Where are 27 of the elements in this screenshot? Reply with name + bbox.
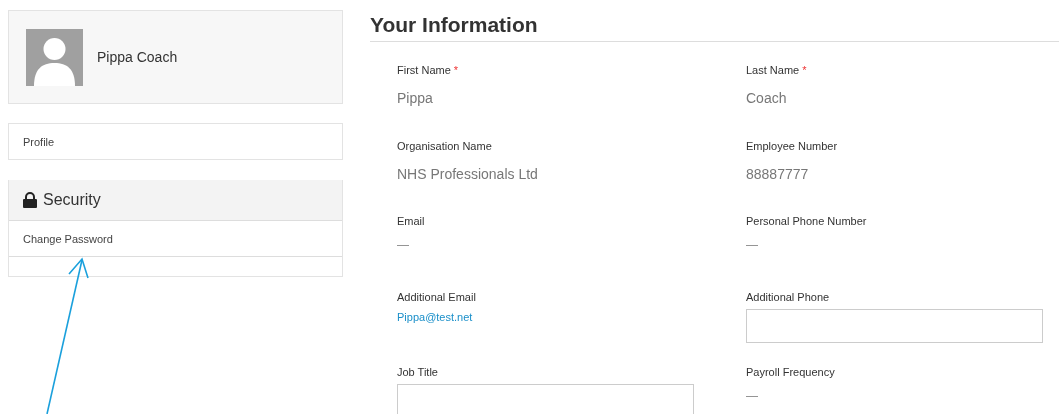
field-value: NHS Professionals Ltd bbox=[397, 165, 538, 182]
field-label: Personal Phone Number bbox=[746, 215, 867, 227]
field-label: Last Name * bbox=[746, 64, 807, 76]
field-value: — bbox=[746, 238, 758, 252]
field-label: First Name * bbox=[397, 64, 459, 76]
input-field[interactable] bbox=[397, 384, 694, 414]
field-label: Additional Phone bbox=[746, 290, 830, 303]
user-name: Pippa Coach bbox=[97, 49, 178, 65]
field-label: Employee Number bbox=[746, 139, 838, 152]
avatar-icon bbox=[26, 28, 83, 86]
lock-icon bbox=[23, 192, 37, 208]
field-value: Pippa bbox=[397, 90, 433, 106]
field-label: Email bbox=[397, 215, 425, 227]
field-value: — bbox=[746, 389, 758, 403]
profile-link[interactable]: Profile bbox=[8, 123, 343, 160]
change-password-link[interactable]: Change Password bbox=[9, 221, 342, 257]
security-title: Security bbox=[43, 191, 101, 209]
field-label: Additional Email bbox=[397, 290, 476, 303]
input-field[interactable] bbox=[746, 308, 1043, 343]
field-value: Coach bbox=[746, 90, 787, 106]
section-title: Your Information bbox=[370, 13, 1059, 42]
field-label: Organisation Name bbox=[397, 139, 492, 152]
email-link[interactable]: Pippa@test.net bbox=[397, 310, 473, 323]
field-value: — bbox=[397, 238, 409, 252]
field-label: Job Title bbox=[397, 366, 438, 378]
field-value: 88887777 bbox=[746, 165, 809, 182]
field-label: Payroll Frequency bbox=[746, 366, 835, 378]
